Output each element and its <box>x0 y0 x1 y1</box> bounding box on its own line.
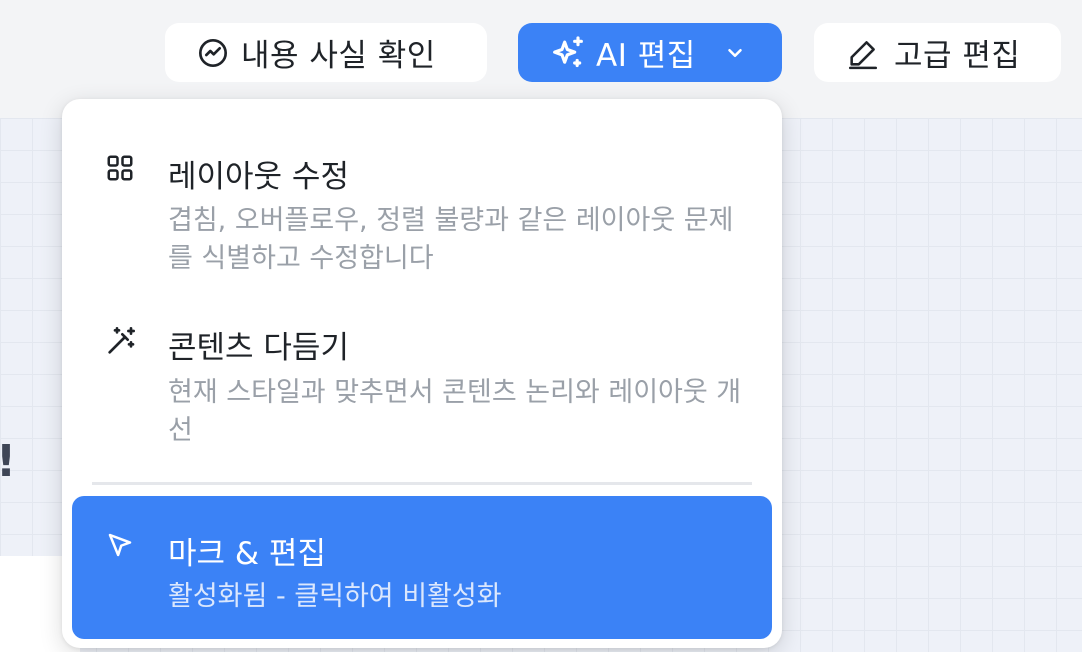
menu-divider <box>92 482 752 485</box>
pencil-icon <box>848 40 878 69</box>
canvas-partial-text: ! <box>0 436 16 487</box>
ai-edit-button[interactable]: AI 편집 <box>518 23 782 82</box>
menu-item-fix-layout[interactable]: 레이아웃 수정 겹침, 오버플로우, 정렬 불량과 같은 레이아웃 문제를 식별… <box>72 111 772 281</box>
fact-check-label: 내용 사실 확인 <box>241 38 436 74</box>
menu-item-description: 겹침, 오버플로우, 정렬 불량과 같은 레이아웃 문제를 식별하고 수정합니다 <box>168 205 734 274</box>
menu-item-description: 활성화됨 - 클릭하여 비활성화 <box>168 581 502 612</box>
sparkles-icon <box>553 35 583 67</box>
menu-item-title: 레이아웃 수정 <box>168 159 349 195</box>
advanced-edit-label: 고급 편집 <box>894 38 1021 74</box>
menu-item-mark-and-edit[interactable]: 마크 & 편집 활성화됨 - 클릭하여 비활성화 <box>72 496 772 639</box>
fact-check-button[interactable]: 내용 사실 확인 <box>165 23 487 82</box>
advanced-edit-button[interactable]: 고급 편집 <box>814 23 1061 82</box>
menu-item-title: 마크 & 편집 <box>168 536 326 572</box>
ai-edit-dropdown-menu: 레이아웃 수정 겹침, 오버플로우, 정렬 불량과 같은 레이아웃 문제를 식별… <box>62 99 782 648</box>
menu-item-polish-content[interactable]: 콘텐츠 다듬기 현재 스타일과 맞추면서 콘텐츠 논리와 레이아웃 개선 <box>72 295 772 465</box>
menu-item-description: 현재 스타일과 맞추면서 콘텐츠 논리와 레이아웃 개선 <box>168 377 742 446</box>
menu-item-title: 콘텐츠 다듬기 <box>168 330 349 366</box>
chevron-down-icon[interactable] <box>724 42 746 64</box>
layout-grid-icon <box>107 155 133 181</box>
ai-edit-label: AI 편집 <box>596 38 696 74</box>
check-circle-icon <box>199 38 227 67</box>
cursor-pointer-icon <box>108 533 132 557</box>
magic-wand-icon <box>108 327 135 354</box>
